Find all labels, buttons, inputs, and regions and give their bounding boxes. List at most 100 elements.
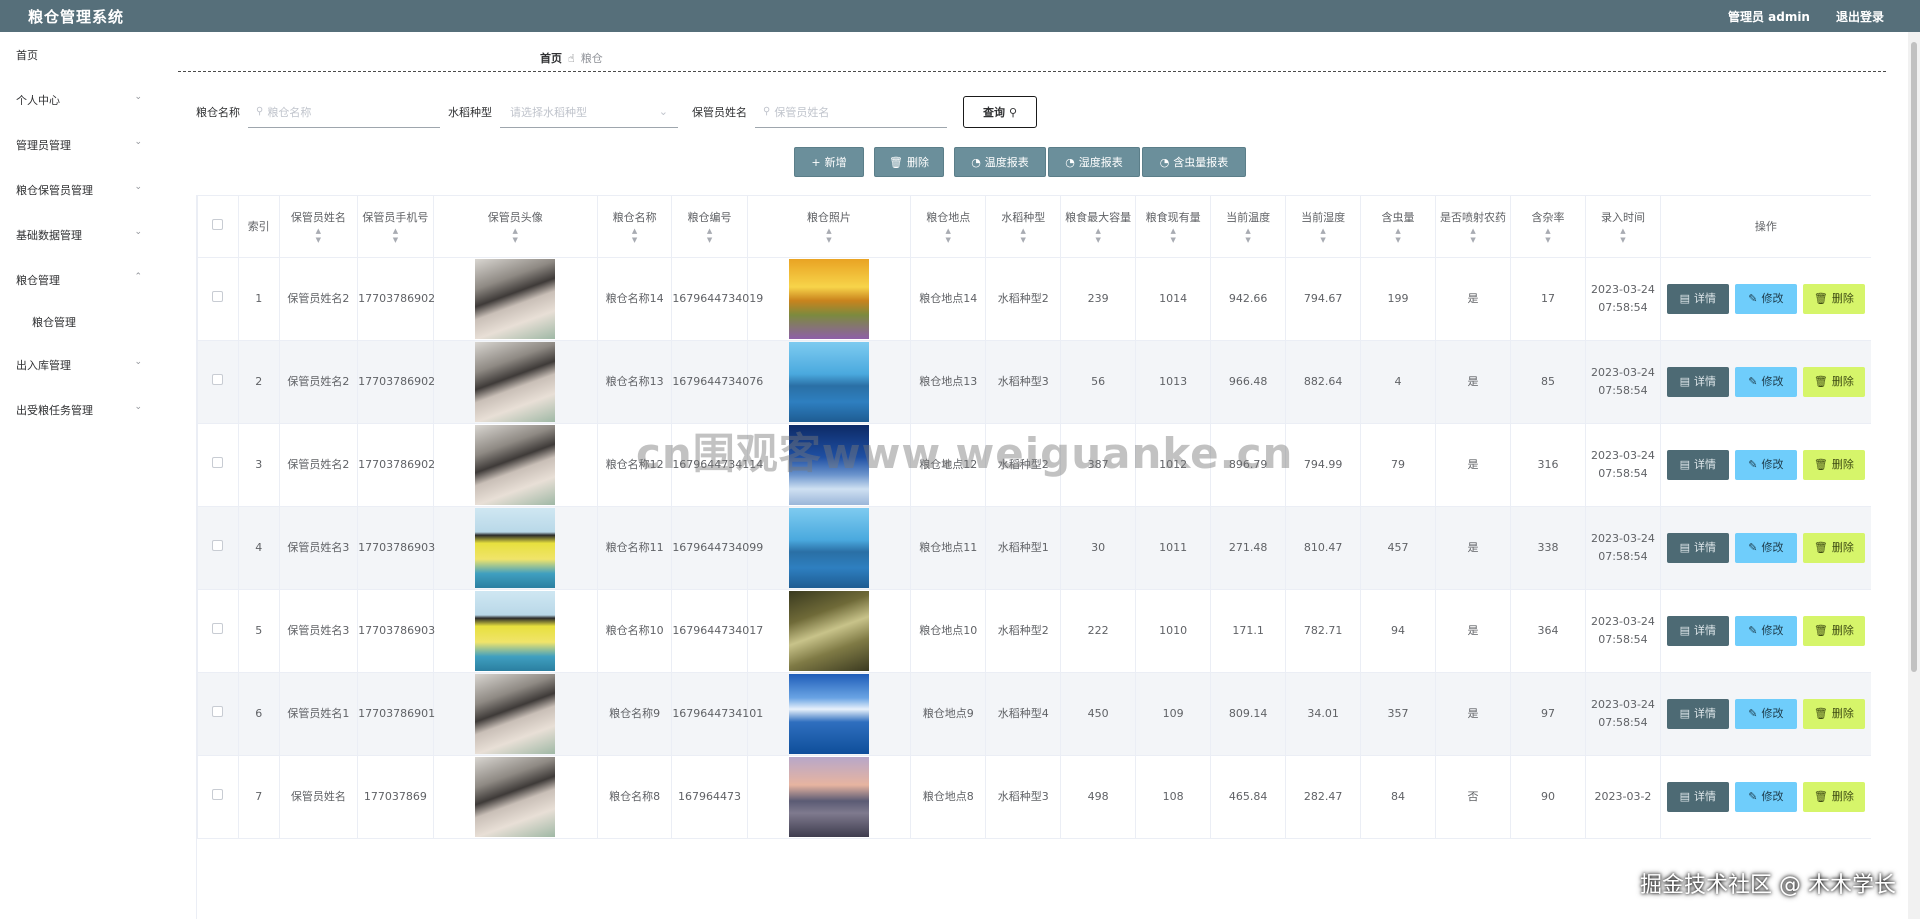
column-header[interactable]: 粮食现有量 ▲ ▼: [1135, 195, 1211, 258]
sort-caret-icon[interactable]: ▲ ▼: [1136, 227, 1209, 245]
detail-button[interactable]: ▤ 详情: [1666, 533, 1729, 563]
detail-button[interactable]: ▤ 详情: [1666, 367, 1729, 397]
edit-button[interactable]: ✎ 修改: [1734, 450, 1797, 480]
delete-button[interactable]: 🗑 删除: [1802, 782, 1865, 812]
delete-button[interactable]: 🗑 删除: [1802, 533, 1865, 563]
column-header[interactable]: 当前温度 ▲ ▼: [1209, 195, 1287, 258]
column-header[interactable]: 保管员姓名 ▲ ▼: [278, 195, 359, 258]
admin-user-link[interactable]: 管理员 admin: [1728, 8, 1810, 25]
column-header[interactable]: 录入时间 ▲ ▼: [1585, 195, 1661, 258]
keeper-name-input[interactable]: ⚲ 保管员姓名: [755, 96, 947, 128]
rice-type-select[interactable]: 请选择水稻种型 ⌄: [500, 96, 678, 128]
column-header[interactable]: 水稻种型 ▲ ▼: [985, 195, 1061, 258]
detail-button[interactable]: ▤ 详情: [1666, 616, 1729, 646]
sidebar-item[interactable]: 首页: [0, 32, 160, 77]
cell-text: 保管员姓名3: [287, 541, 350, 554]
sort-caret-icon[interactable]: ▲ ▼: [280, 227, 358, 245]
edit-button[interactable]: ✎ 修改: [1734, 284, 1797, 314]
sort-caret-icon[interactable]: ▲ ▼: [1286, 227, 1359, 245]
column-header[interactable]: 是否喷射农药 ▲ ▼: [1435, 195, 1511, 258]
cell-impurity: 85: [1509, 340, 1587, 424]
breadcrumb-home[interactable]: 首页: [540, 50, 562, 66]
column-header[interactable]: 粮仓照片 ▲ ▼: [746, 195, 912, 258]
sort-caret-icon[interactable]: ▲ ▼: [1061, 227, 1135, 245]
humidity-report-button[interactable]: ◔ 湿度报表: [1048, 147, 1140, 177]
sidebar-item-label: 粮仓管理: [32, 316, 76, 329]
row-checkbox[interactable]: [212, 706, 224, 717]
cell-text: 90: [1540, 790, 1555, 803]
cell-text: 17703786902: [358, 375, 436, 388]
row-checkbox[interactable]: [212, 374, 224, 385]
sidebar-item[interactable]: 基础数据管理 ⌄: [0, 212, 160, 257]
cell-idx: 4: [237, 506, 280, 590]
column-header[interactable]: 粮仓地点 ▲ ▼: [909, 195, 987, 258]
sidebar-item[interactable]: 个人中心 ⌄: [0, 77, 160, 122]
sidebar-item[interactable]: 管理员管理 ⌄: [0, 122, 160, 167]
detail-button[interactable]: ▤ 详情: [1666, 782, 1729, 812]
delete-button[interactable]: 🗑 删除: [1802, 367, 1865, 397]
sort-caret-icon[interactable]: ▲ ▼: [748, 227, 910, 245]
cell-text: 794.99: [1303, 458, 1343, 471]
detail-button[interactable]: ▤ 详情: [1666, 450, 1729, 480]
cell-text: 222: [1087, 624, 1109, 637]
row-checkbox[interactable]: [212, 540, 224, 551]
cell-temp: 271.48: [1209, 506, 1287, 590]
delete-button[interactable]: 🗑 删除: [1802, 616, 1865, 646]
edit-button[interactable]: ✎ 修改: [1734, 616, 1797, 646]
cell-text: 粮仓名称12: [605, 458, 664, 471]
row-checkbox[interactable]: [212, 623, 224, 634]
sidebar-subitem[interactable]: 粮仓管理: [0, 302, 160, 342]
cell-keeper: 保管员姓名2: [278, 340, 359, 424]
sort-caret-icon[interactable]: ▲ ▼: [1511, 227, 1585, 245]
sidebar-item[interactable]: 出入库管理 ⌄: [0, 342, 160, 387]
sort-caret-icon[interactable]: ▲ ▼: [672, 227, 746, 245]
row-actions: ▤ 详情 ✎ 修改 🗑 删除: [1661, 533, 1871, 563]
granary-name-input[interactable]: ⚲ 粮仓名称: [248, 96, 440, 128]
temperature-report-button[interactable]: ◔ 温度报表: [954, 147, 1046, 177]
logout-link[interactable]: 退出登录: [1836, 8, 1884, 25]
sidebar-item[interactable]: 粮仓保管员管理 ⌄: [0, 167, 160, 212]
cell-text: 1679644734019: [672, 292, 764, 305]
detail-button[interactable]: ▤ 详情: [1666, 284, 1729, 314]
delete-button[interactable]: 🗑 删除: [1802, 450, 1865, 480]
sidebar-item[interactable]: 出受粮任务管理 ⌄: [0, 387, 160, 432]
column-header[interactable]: 粮仓编号 ▲ ▼: [671, 195, 748, 258]
delete-button[interactable]: 🗑 删除: [1802, 284, 1865, 314]
row-checkbox[interactable]: [212, 457, 224, 468]
row-checkbox[interactable]: [212, 291, 224, 302]
sort-caret-icon[interactable]: ▲ ▼: [1586, 227, 1659, 245]
sort-caret-icon[interactable]: ▲ ▼: [1436, 227, 1509, 245]
edit-button[interactable]: ✎ 修改: [1734, 367, 1797, 397]
search-button[interactable]: 查询 ⚲: [963, 96, 1037, 128]
sort-caret-icon[interactable]: ▲ ▼: [1361, 227, 1435, 245]
cell-text: 4: [1394, 375, 1402, 388]
add-button[interactable]: + 新增: [794, 147, 864, 177]
column-header[interactable]: 当前湿度 ▲ ▼: [1285, 195, 1361, 258]
sort-caret-icon[interactable]: ▲ ▼: [598, 227, 671, 245]
column-header[interactable]: 保管员手机号 ▲ ▼: [357, 195, 434, 258]
sort-caret-icon[interactable]: ▲ ▼: [911, 227, 985, 245]
sort-caret-icon[interactable]: ▲ ▼: [986, 227, 1059, 245]
edit-button[interactable]: ✎ 修改: [1734, 699, 1797, 729]
table-row: 7 保管员姓名 177037869 粮仓名称8 167964473 粮仓地点8 水稻种型3 4…: [197, 755, 1871, 839]
detail-button[interactable]: ▤ 详情: [1666, 699, 1729, 729]
column-header[interactable]: 含杂率 ▲ ▼: [1509, 195, 1587, 258]
page-scrollbar[interactable]: [1908, 32, 1920, 919]
edit-button[interactable]: ✎ 修改: [1734, 533, 1797, 563]
scrollbar-thumb[interactable]: [1911, 42, 1917, 672]
column-header[interactable]: 含虫量 ▲ ▼: [1359, 195, 1437, 258]
row-checkbox[interactable]: [212, 789, 224, 800]
sort-caret-icon[interactable]: ▲ ▼: [434, 227, 597, 245]
sort-caret-icon[interactable]: ▲ ▼: [1211, 227, 1285, 245]
operations-cell: ▤ 详情 ✎ 修改 🗑 删除: [1659, 423, 1871, 507]
sort-caret-icon[interactable]: ▲ ▼: [358, 227, 432, 245]
sidebar-item[interactable]: 粮仓管理 ⌃: [0, 257, 160, 302]
pest-report-button[interactable]: ◔ 含虫量报表: [1142, 147, 1246, 177]
column-header[interactable]: 保管员头像 ▲ ▼: [432, 195, 598, 258]
select-all-checkbox[interactable]: [212, 218, 224, 230]
edit-button[interactable]: ✎ 修改: [1734, 782, 1797, 812]
column-header[interactable]: 粮仓名称 ▲ ▼: [596, 195, 673, 258]
delete-button[interactable]: 🗑 删除: [1802, 699, 1865, 729]
batch-delete-button[interactable]: 🗑 删除: [874, 147, 944, 177]
column-header[interactable]: 粮食最大容量 ▲ ▼: [1059, 195, 1137, 258]
